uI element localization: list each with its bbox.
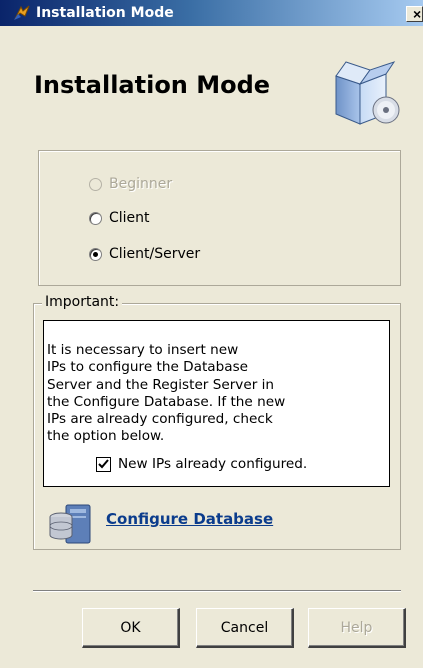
- cancel-button[interactable]: Cancel: [196, 608, 294, 648]
- checkmark-icon: [98, 458, 109, 468]
- important-legend: Important:: [42, 292, 123, 312]
- database-server-icon[interactable]: [46, 501, 96, 545]
- radio-beginner: Beginner: [89, 173, 172, 195]
- help-button-label: Help: [340, 619, 373, 636]
- checkbox-box[interactable]: [96, 456, 111, 472]
- checkbox-label[interactable]: New IPs already configured.: [118, 456, 307, 472]
- installation-mode-dialog: Installation Mode × Installation Mode Be…: [0, 0, 423, 668]
- radio-client-label[interactable]: Client: [109, 210, 150, 226]
- radio-beginner-circle: [89, 177, 102, 191]
- ok-button-label: OK: [120, 619, 141, 636]
- software-box-cd-icon: [330, 50, 402, 130]
- close-icon: ×: [413, 6, 422, 22]
- help-button: Help: [308, 608, 406, 648]
- radio-beginner-label: Beginner: [109, 176, 173, 192]
- app-icon: [12, 4, 32, 22]
- radio-client[interactable]: Client: [89, 207, 150, 229]
- ips-configured-checkbox[interactable]: New IPs already configured.: [96, 454, 307, 474]
- window-title: Installation Mode: [36, 5, 174, 21]
- configure-database-link[interactable]: Configure Database: [106, 509, 273, 529]
- cancel-button-label: Cancel: [220, 619, 269, 636]
- separator: [33, 590, 401, 592]
- radio-client-server-label[interactable]: Client/Server: [109, 246, 200, 262]
- radio-selected-dot: [93, 251, 98, 257]
- info-message: It is necessary to insert new IPs to con…: [47, 342, 286, 445]
- radio-client-server-circle[interactable]: [89, 247, 102, 261]
- radio-client-circle[interactable]: [89, 211, 102, 225]
- page-title: Installation Mode: [34, 71, 271, 99]
- radio-client-server[interactable]: Client/Server: [89, 243, 200, 265]
- title-bar[interactable]: Installation Mode ×: [0, 0, 423, 26]
- ok-button[interactable]: OK: [82, 608, 180, 648]
- close-button[interactable]: ×: [406, 6, 423, 22]
